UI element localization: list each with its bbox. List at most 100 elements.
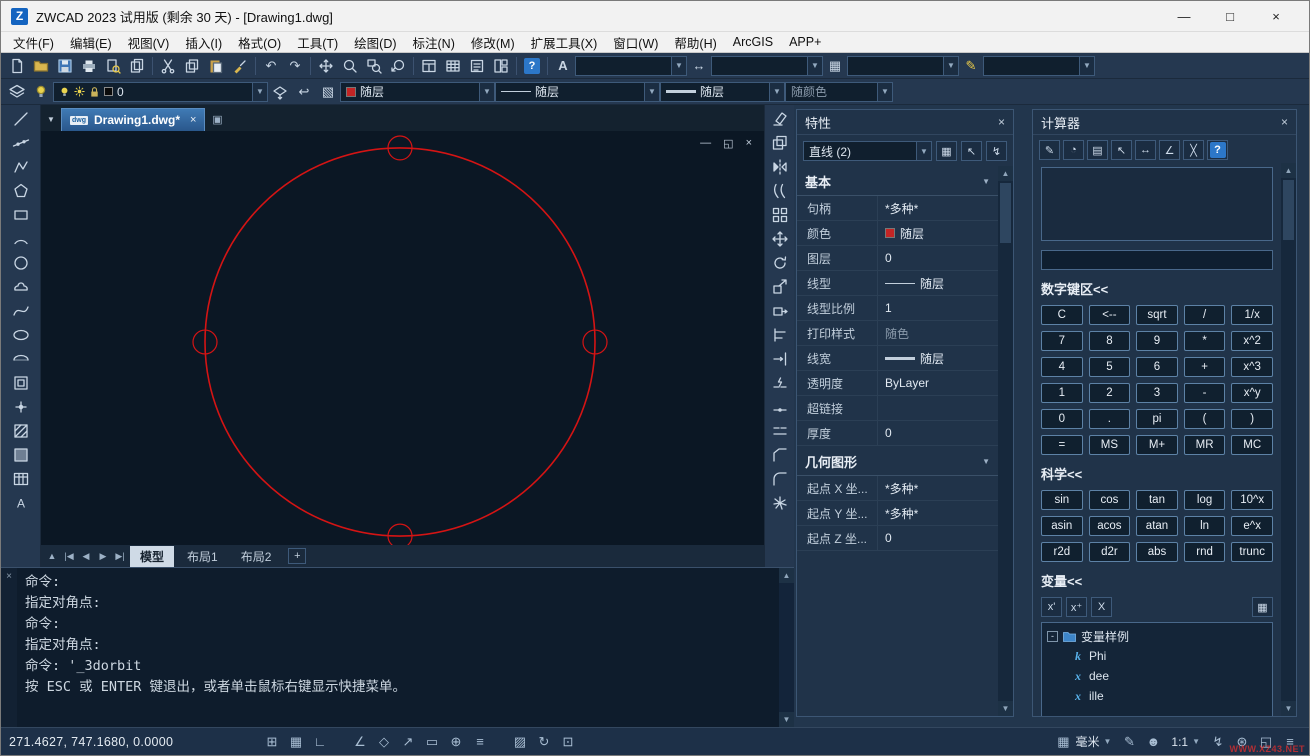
new-variable-icon[interactable]: x' [1041, 597, 1062, 617]
command-close-icon[interactable]: × [6, 571, 12, 582]
property-row[interactable]: 线型比例1 [797, 296, 998, 321]
transparency-toggle-icon[interactable]: ▨ [509, 732, 531, 752]
help-icon[interactable]: ? [520, 55, 544, 77]
calculator-input[interactable] [1041, 250, 1273, 270]
scroll-down-icon[interactable]: ▼ [998, 701, 1013, 716]
delete-variable-icon[interactable]: X [1091, 597, 1112, 617]
isolate-objects-icon[interactable]: ↯ [1207, 732, 1229, 752]
property-row[interactable]: 厚度0 [797, 421, 998, 446]
tool-ellipse-arc-icon[interactable] [8, 347, 34, 371]
menu-help[interactable]: 帮助(H) [666, 31, 724, 54]
section-basic[interactable]: 基本 ▼ [797, 166, 998, 196]
table-icon[interactable] [441, 55, 465, 77]
scroll-down-icon[interactable]: ▼ [1281, 701, 1296, 716]
tool-extend-icon[interactable] [767, 347, 793, 371]
tool-polyline-icon[interactable] [8, 155, 34, 179]
scroll-thumb[interactable] [1000, 183, 1011, 243]
calc-button[interactable]: rnd [1184, 542, 1226, 562]
property-row[interactable]: 句柄*多种* [797, 196, 998, 221]
snap-toggle-icon[interactable]: ⊞ [261, 732, 283, 752]
save-icon[interactable] [53, 55, 77, 77]
copy-icon[interactable] [180, 55, 204, 77]
tool-stretch-icon[interactable] [767, 299, 793, 323]
zoom-previous-icon[interactable] [386, 55, 410, 77]
ducs-toggle-icon[interactable]: ▭ [421, 732, 443, 752]
calc-button[interactable]: asin [1041, 516, 1083, 536]
property-row[interactable]: 图层0 [797, 246, 998, 271]
document-tab[interactable]: dwg Drawing1.dwg* × [61, 108, 205, 131]
tool-join-icon[interactable] [767, 419, 793, 443]
publish-icon[interactable] [125, 55, 149, 77]
workspace-brush-icon[interactable]: ✎ [1118, 732, 1140, 752]
menu-modify[interactable]: 修改(M) [463, 31, 523, 54]
calc-button[interactable]: x^y [1231, 383, 1273, 403]
calc-distance-icon[interactable]: ↔ [1135, 140, 1156, 160]
grid-toggle-icon[interactable]: ▦ [285, 732, 307, 752]
calc-button[interactable]: abs [1136, 542, 1178, 562]
new-document-icon[interactable]: ▣ [207, 108, 227, 131]
calc-button[interactable]: 10^x [1231, 490, 1273, 510]
menu-view[interactable]: 视图(V) [120, 31, 178, 54]
calc-button[interactable]: + [1184, 357, 1226, 377]
property-row[interactable]: 起点 X 坐...*多种* [797, 476, 998, 501]
property-row[interactable]: 打印样式随色 [797, 321, 998, 346]
calc-button[interactable]: 8 [1089, 331, 1131, 351]
calc-button[interactable]: / [1184, 305, 1226, 325]
calc-button[interactable]: e^x [1231, 516, 1273, 536]
section-geometry[interactable]: 几何图形 ▼ [797, 446, 998, 476]
tool-ellipse-icon[interactable] [8, 323, 34, 347]
calc-button[interactable]: MS [1089, 435, 1131, 455]
calc-button[interactable]: ln [1184, 516, 1226, 536]
selection-cycling-icon[interactable]: ↻ [533, 732, 555, 752]
property-row[interactable]: 透明度ByLayer [797, 371, 998, 396]
calc-button[interactable]: x^3 [1231, 357, 1273, 377]
plot-icon[interactable] [77, 55, 101, 77]
tab-model[interactable]: 模型 [130, 546, 174, 567]
tool-offset-icon[interactable] [767, 179, 793, 203]
calc-button[interactable]: MR [1184, 435, 1226, 455]
properties-scrollbar[interactable]: ▲ ▼ [998, 166, 1013, 716]
calc-button[interactable]: acos [1089, 516, 1131, 536]
calc-button[interactable]: 9 [1136, 331, 1178, 351]
scroll-up-icon[interactable]: ▲ [1281, 163, 1296, 178]
dyn-toggle-icon[interactable]: ⊕ [445, 732, 467, 752]
layer-combo[interactable]: 0 ▼ [53, 82, 268, 102]
menu-format[interactable]: 格式(O) [230, 31, 289, 54]
minimize-button[interactable]: — [1161, 1, 1207, 31]
named-views-icon[interactable] [417, 55, 441, 77]
calc-button[interactable]: sin [1041, 490, 1083, 510]
annotation-icon[interactable]: ⊡ [557, 732, 579, 752]
tool-arc-icon[interactable] [8, 227, 34, 251]
calc-clear-history-icon[interactable]: ◔ [1063, 140, 1084, 160]
doc-list-icon[interactable]: ▼ [43, 108, 59, 131]
tool-table-icon[interactable] [8, 467, 34, 491]
undo-icon[interactable]: ↶ [259, 55, 283, 77]
calc-button[interactable]: ( [1184, 409, 1226, 429]
calc-button[interactable]: 6 [1136, 357, 1178, 377]
quick-select-icon[interactable]: ▦ [936, 141, 957, 161]
drawing-canvas[interactable]: — ◱ × [41, 131, 764, 545]
zoom-realtime-icon[interactable] [338, 55, 362, 77]
calc-button[interactable]: . [1089, 409, 1131, 429]
user-icon[interactable]: ☻ [1142, 732, 1164, 752]
open-file-icon[interactable] [29, 55, 53, 77]
menu-app-plus[interactable]: APP+ [781, 33, 829, 51]
calc-button[interactable]: pi [1136, 409, 1178, 429]
tab-last-icon[interactable]: ▶| [113, 551, 127, 562]
doc-restore-icon[interactable]: ◱ [723, 137, 733, 150]
quick-calc-icon[interactable]: ↯ [986, 141, 1007, 161]
collapse-icon[interactable]: - [1047, 631, 1058, 642]
tab-first-icon[interactable]: |◀ [62, 551, 76, 562]
layer-previous-icon[interactable]: ↩ [292, 81, 316, 103]
calc-help-icon[interactable]: ? [1207, 140, 1228, 160]
calc-paste-value-icon[interactable]: ▤ [1087, 140, 1108, 160]
calculator-scrollbar[interactable]: ▲ ▼ [1281, 163, 1296, 716]
pan-icon[interactable] [314, 55, 338, 77]
calc-button[interactable]: ) [1231, 409, 1273, 429]
scroll-up-icon[interactable]: ▲ [779, 568, 794, 583]
calc-button[interactable]: <-- [1089, 305, 1131, 325]
menu-express[interactable]: 扩展工具(X) [523, 31, 606, 54]
ortho-toggle-icon[interactable]: ∟ [309, 732, 331, 752]
calc-button[interactable]: r2d [1041, 542, 1083, 562]
tool-copy-icon[interactable] [767, 131, 793, 155]
